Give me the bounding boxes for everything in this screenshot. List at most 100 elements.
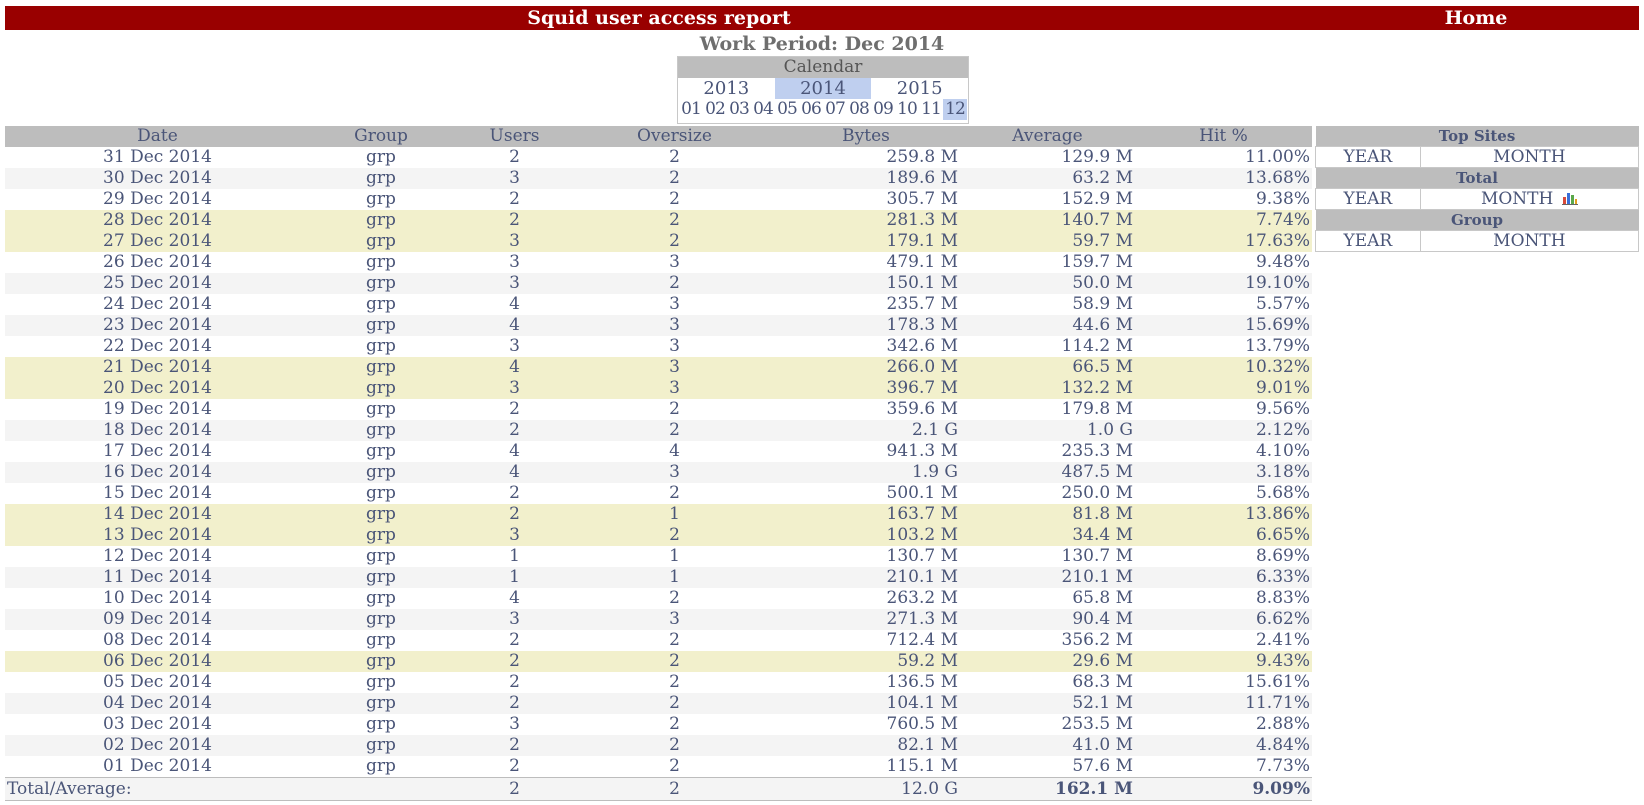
cell-users: 2 — [452, 399, 577, 420]
cell-date[interactable]: 17 Dec 2014 — [5, 441, 310, 462]
cell-oversize: 3 — [577, 252, 772, 273]
cell-date[interactable]: 13 Dec 2014 — [5, 525, 310, 546]
cell-date[interactable]: 21 Dec 2014 — [5, 357, 310, 378]
top-sites-year-link[interactable]: YEAR — [1315, 146, 1421, 168]
table-row: 18 Dec 2014 grp 2 2 2.1 G 1.0 G 2.12% — [5, 420, 1312, 441]
calendar-month-05[interactable]: 05 — [775, 99, 799, 120]
cell-date[interactable]: 01 Dec 2014 — [5, 756, 310, 778]
table-row: 14 Dec 2014 grp 2 1 163.7 M 81.8 M 13.86% — [5, 504, 1312, 525]
cell-date[interactable]: 06 Dec 2014 — [5, 651, 310, 672]
cell-average: 159.7 M — [960, 252, 1135, 273]
cell-date[interactable]: 28 Dec 2014 — [5, 210, 310, 231]
cell-date[interactable]: 03 Dec 2014 — [5, 714, 310, 735]
cell-group: grp — [310, 462, 452, 483]
calendar-month-09[interactable]: 09 — [871, 99, 895, 120]
calendar-month-04[interactable]: 04 — [751, 99, 775, 120]
cell-date[interactable]: 18 Dec 2014 — [5, 420, 310, 441]
cell-average: 179.8 M — [960, 399, 1135, 420]
total-month-link[interactable]: MONTH — [1481, 189, 1553, 209]
calendar-month-03[interactable]: 03 — [727, 99, 751, 120]
cell-date[interactable]: 22 Dec 2014 — [5, 336, 310, 357]
cell-hit: 6.62% — [1135, 609, 1312, 630]
cell-date[interactable]: 26 Dec 2014 — [5, 252, 310, 273]
cell-average: 140.7 M — [960, 210, 1135, 231]
calendar-year-2014[interactable]: 2014 — [774, 78, 872, 99]
cell-bytes: 136.5 M — [772, 672, 960, 693]
cell-average: 52.1 M — [960, 693, 1135, 714]
total-label: Total/Average: — [5, 777, 452, 801]
cell-date[interactable]: 05 Dec 2014 — [5, 672, 310, 693]
cell-hit: 2.41% — [1135, 630, 1312, 651]
cell-date[interactable]: 27 Dec 2014 — [5, 231, 310, 252]
cell-date[interactable]: 04 Dec 2014 — [5, 693, 310, 714]
cell-hit: 9.48% — [1135, 252, 1312, 273]
cell-oversize: 2 — [577, 756, 772, 778]
cell-group: grp — [310, 315, 452, 336]
report-table: Date Group Users Oversize Bytes Average Hit % … — [5, 126, 1312, 801]
calendar-year-2013[interactable]: 2013 — [678, 78, 775, 99]
home-link[interactable]: Home — [1313, 7, 1639, 29]
cell-oversize: 3 — [577, 462, 772, 483]
cell-group: grp — [310, 294, 452, 315]
cell-bytes: 235.7 M — [772, 294, 960, 315]
top-sites-month-link[interactable]: MONTH — [1419, 146, 1640, 168]
cell-date[interactable]: 23 Dec 2014 — [5, 315, 310, 336]
cell-date[interactable]: 24 Dec 2014 — [5, 294, 310, 315]
cell-date[interactable]: 02 Dec 2014 — [5, 735, 310, 756]
cell-date[interactable]: 14 Dec 2014 — [5, 504, 310, 525]
cell-users: 3 — [452, 231, 577, 252]
calendar-year-2015[interactable]: 2015 — [871, 78, 968, 99]
calendar-month-11[interactable]: 11 — [919, 99, 943, 120]
total-month-cell[interactable]: MONTH — [1419, 188, 1640, 210]
cell-date[interactable]: 31 Dec 2014 — [5, 147, 310, 168]
table-row: 25 Dec 2014 grp 3 2 150.1 M 50.0 M 19.10% — [5, 273, 1312, 294]
group-year-link[interactable]: YEAR — [1315, 230, 1421, 252]
cell-oversize: 2 — [577, 189, 772, 210]
column-header-date: Date — [5, 126, 310, 147]
group-month-link[interactable]: MONTH — [1419, 230, 1640, 252]
cell-date[interactable]: 20 Dec 2014 — [5, 378, 310, 399]
cell-date[interactable]: 09 Dec 2014 — [5, 609, 310, 630]
calendar-years: 2013 2014 2015 — [678, 78, 968, 99]
bar-chart-icon[interactable] — [1561, 191, 1578, 205]
cell-hit: 11.00% — [1135, 147, 1312, 168]
cell-hit: 10.32% — [1135, 357, 1312, 378]
table-row: 17 Dec 2014 grp 4 4 941.3 M 235.3 M 4.10% — [5, 441, 1312, 462]
cell-group: grp — [310, 231, 452, 252]
cell-date[interactable]: 16 Dec 2014 — [5, 462, 310, 483]
cell-oversize: 2 — [577, 714, 772, 735]
cell-oversize: 3 — [577, 336, 772, 357]
cell-group: grp — [310, 210, 452, 231]
cell-date[interactable]: 19 Dec 2014 — [5, 399, 310, 420]
cell-average: 130.7 M — [960, 546, 1135, 567]
table-row: 29 Dec 2014 grp 2 2 305.7 M 152.9 M 9.38% — [5, 189, 1312, 210]
cell-users: 2 — [452, 147, 577, 168]
calendar-month-12[interactable]: 12 — [943, 99, 967, 120]
cell-group: grp — [310, 357, 452, 378]
table-row: 03 Dec 2014 grp 3 2 760.5 M 253.5 M 2.88% — [5, 714, 1312, 735]
cell-date[interactable]: 11 Dec 2014 — [5, 567, 310, 588]
calendar-month-06[interactable]: 06 — [799, 99, 823, 120]
calendar-months: 01 02 03 04 05 06 07 08 09 10 11 12 — [678, 99, 968, 120]
cell-bytes: 281.3 M — [772, 210, 960, 231]
cell-hit: 5.57% — [1135, 294, 1312, 315]
cell-date[interactable]: 12 Dec 2014 — [5, 546, 310, 567]
cell-average: 81.8 M — [960, 504, 1135, 525]
calendar-month-02[interactable]: 02 — [703, 99, 727, 120]
calendar-month-08[interactable]: 08 — [847, 99, 871, 120]
cell-date[interactable]: 10 Dec 2014 — [5, 588, 310, 609]
calendar-month-07[interactable]: 07 — [823, 99, 847, 120]
cell-group: grp — [310, 567, 452, 588]
table-row: 22 Dec 2014 grp 3 3 342.6 M 114.2 M 13.79% — [5, 336, 1312, 357]
cell-users: 4 — [452, 357, 577, 378]
cell-date[interactable]: 29 Dec 2014 — [5, 189, 310, 210]
calendar-month-10[interactable]: 10 — [895, 99, 919, 120]
cell-date[interactable]: 08 Dec 2014 — [5, 630, 310, 651]
cell-date[interactable]: 25 Dec 2014 — [5, 273, 310, 294]
cell-date[interactable]: 30 Dec 2014 — [5, 168, 310, 189]
total-year-link[interactable]: YEAR — [1315, 188, 1421, 210]
cell-date[interactable]: 15 Dec 2014 — [5, 483, 310, 504]
calendar-month-01[interactable]: 01 — [679, 99, 703, 120]
cell-group: grp — [310, 735, 452, 756]
cell-oversize: 2 — [577, 630, 772, 651]
